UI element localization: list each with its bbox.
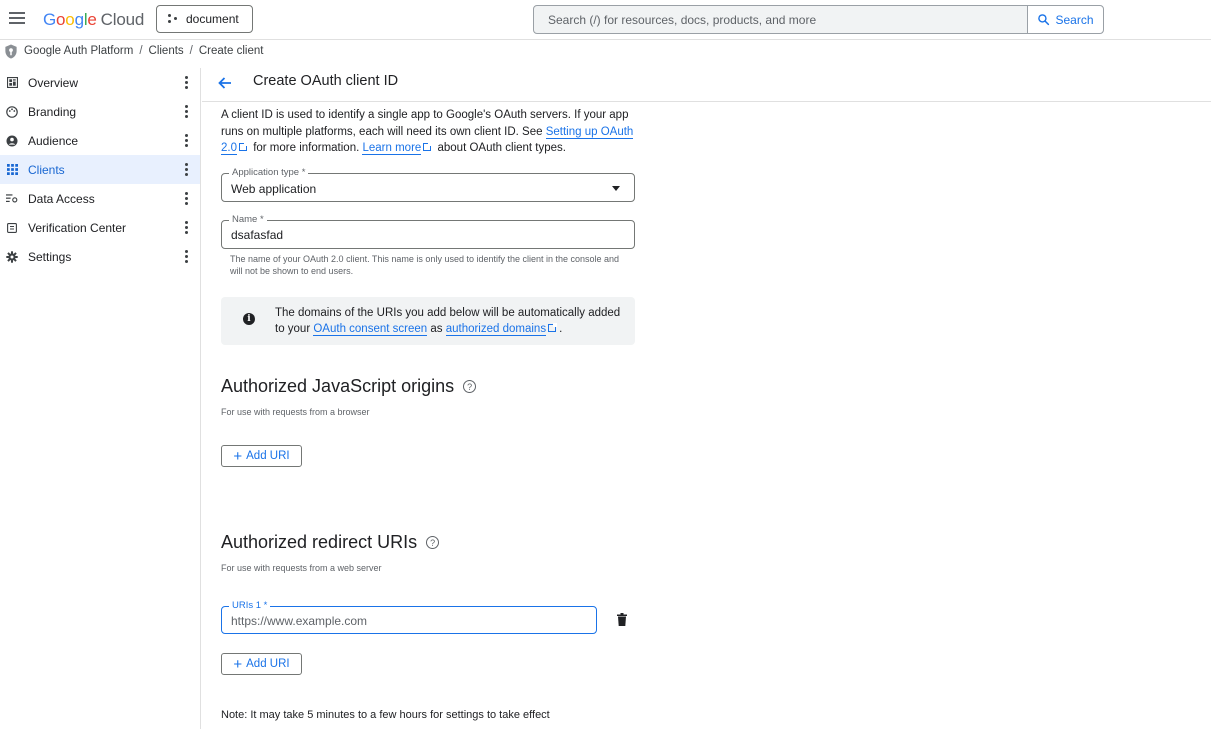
info-text-part: as	[427, 323, 446, 335]
help-icon[interactable]: ?	[463, 380, 477, 393]
more-vert-icon[interactable]	[185, 221, 189, 234]
application-type-label: Application type *	[229, 167, 309, 178]
gear-icon	[6, 250, 18, 263]
info-text-part: .	[559, 323, 563, 335]
intro-paragraph: A client ID is used to identify a single…	[221, 107, 635, 157]
js-origins-heading: Authorized JavaScript origins ?	[221, 376, 477, 397]
palette-icon	[6, 105, 18, 118]
dashboard-icon	[6, 77, 18, 89]
top-app-bar: Google Cloud document Search	[0, 0, 1211, 40]
menu-icon[interactable]	[9, 12, 25, 26]
more-vert-icon[interactable]	[185, 76, 189, 89]
breadcrumb: Google Auth Platform / Clients / Create …	[4, 42, 263, 60]
info-icon: i	[243, 313, 255, 325]
sidebar-item-overview[interactable]: Overview	[0, 68, 200, 97]
sidebar-item-data-access[interactable]: Data Access	[0, 184, 200, 213]
search-bar: Search	[533, 5, 1104, 34]
logo-letter: G	[43, 10, 57, 29]
external-link-icon	[239, 142, 248, 151]
info-text: The domains of the URIs you add below wi…	[275, 305, 625, 337]
oauth-consent-screen-link[interactable]: OAuth consent screen	[313, 323, 428, 336]
add-redirect-uri-button[interactable]: + Add URI	[221, 653, 302, 675]
add-icon: +	[233, 447, 243, 465]
page-title: Create OAuth client ID	[253, 73, 399, 89]
sidebar-item-verification-center[interactable]: Verification Center	[0, 213, 200, 242]
sidebar-item-audience[interactable]: Audience	[0, 126, 200, 155]
sidebar-item-settings[interactable]: Settings	[0, 242, 200, 271]
data-filter-icon	[6, 193, 18, 205]
learn-more-link[interactable]: Learn more	[362, 142, 422, 155]
sidebar-item-label: Branding	[28, 104, 77, 119]
domains-info-banner: i The domains of the URIs you add below …	[221, 297, 635, 345]
logo-letter: o	[56, 10, 66, 29]
redirect-uri-label: URIs 1 *	[229, 600, 271, 611]
external-link-icon	[423, 142, 433, 151]
breadcrumb-item-create-client: Create client	[198, 45, 264, 57]
logo-letter: e	[87, 10, 97, 29]
search-icon	[1038, 14, 1050, 26]
name-field-container: Name *	[221, 214, 635, 249]
redirect-uris-title: Authorized redirect URIs	[221, 532, 418, 552]
breadcrumb-separator: /	[189, 45, 193, 57]
search-input[interactable]	[534, 6, 1027, 33]
sidebar-item-label: Data Access	[28, 191, 95, 206]
redirect-uri-input[interactable]	[231, 614, 587, 628]
search-button-label: Search	[1055, 12, 1094, 27]
application-type-value: Web application	[231, 182, 317, 196]
sidebar-item-label: Verification Center	[28, 220, 127, 235]
breadcrumb-item-auth-platform[interactable]: Google Auth Platform	[24, 45, 133, 57]
js-origins-subtitle: For use with requests from a browser	[221, 407, 370, 417]
sidebar-item-label: Overview	[28, 75, 79, 90]
project-label: document	[186, 12, 239, 26]
sidebar-item-label: Audience	[28, 133, 79, 148]
more-vert-icon[interactable]	[185, 105, 189, 118]
help-icon[interactable]: ?	[426, 536, 440, 549]
breadcrumb-separator: /	[139, 45, 143, 57]
verification-icon	[6, 222, 18, 234]
logo-cloud-text: Cloud	[100, 10, 145, 29]
sidebar-item-clients[interactable]: Clients	[0, 155, 200, 184]
apps-grid-icon	[6, 164, 18, 176]
page-header: Create OAuth client ID	[202, 68, 1211, 102]
add-uri-label: Add URI	[246, 450, 290, 462]
sidebar-item-label: Clients	[28, 162, 65, 177]
intro-text: for more information.	[250, 142, 363, 154]
add-icon: +	[233, 655, 243, 673]
more-vert-icon[interactable]	[185, 192, 189, 205]
delete-icon[interactable]	[617, 613, 627, 626]
name-label: Name *	[229, 214, 267, 225]
sidebar: Overview Branding Audience Clients Data …	[0, 68, 201, 729]
sidebar-item-label: Settings	[28, 249, 72, 264]
search-button[interactable]: Search	[1027, 6, 1103, 33]
add-js-origin-uri-button[interactable]: + Add URI	[221, 445, 302, 467]
project-picker-button[interactable]: document	[156, 5, 253, 33]
authorized-domains-link[interactable]: authorized domains	[445, 323, 547, 336]
google-cloud-logo[interactable]: Google Cloud	[43, 10, 144, 30]
logo-letter: o	[65, 10, 75, 29]
logo-google-text: Google	[43, 10, 97, 29]
js-origins-title: Authorized JavaScript origins	[221, 376, 455, 396]
more-vert-icon[interactable]	[185, 134, 189, 147]
person-icon	[6, 135, 18, 147]
project-icon	[168, 14, 178, 24]
logo-letter: g	[74, 10, 84, 29]
name-field[interactable]	[231, 228, 625, 242]
more-vert-icon[interactable]	[185, 163, 189, 176]
application-type-select[interactable]: Application type * Web application	[221, 167, 635, 202]
settings-delay-note: Note: It may take 5 minutes to a few hou…	[221, 709, 550, 721]
back-arrow-icon[interactable]	[216, 74, 234, 92]
intro-text: about OAuth client types.	[434, 142, 566, 154]
breadcrumb-item-clients[interactable]: Clients	[149, 45, 184, 57]
shield-icon	[5, 43, 17, 59]
redirect-uris-subtitle: For use with requests from a web server	[221, 563, 382, 573]
sidebar-item-branding[interactable]: Branding	[0, 97, 200, 126]
more-vert-icon[interactable]	[185, 250, 189, 263]
dropdown-arrow-icon	[612, 186, 620, 191]
external-link-icon	[548, 323, 558, 332]
redirect-uris-heading: Authorized redirect URIs ?	[221, 532, 440, 553]
redirect-uri-field-container: URIs 1 *	[221, 600, 597, 634]
add-uri-label: Add URI	[246, 658, 290, 670]
name-hint: The name of your OAuth 2.0 client. This …	[230, 254, 620, 276]
